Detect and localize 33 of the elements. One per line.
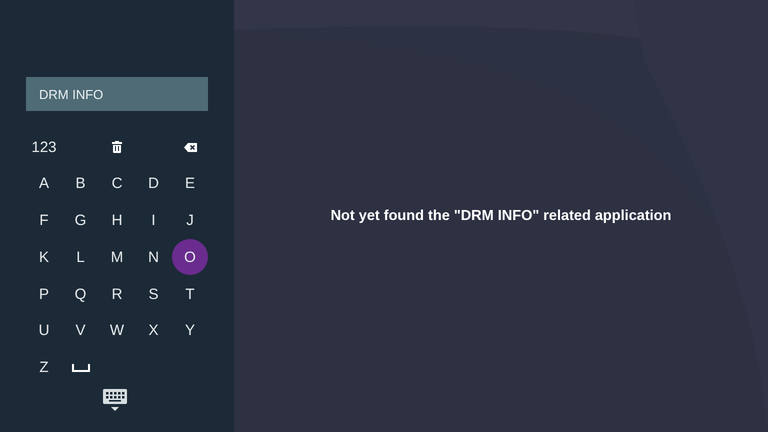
- key[interactable]: S: [136, 276, 172, 312]
- key[interactable]: B: [62, 166, 98, 202]
- key[interactable]: X: [136, 312, 172, 349]
- key[interactable]: I: [136, 202, 172, 239]
- key[interactable]: V: [62, 312, 98, 349]
- key[interactable]: A: [26, 166, 62, 202]
- key[interactable]: G: [62, 202, 98, 239]
- key[interactable]: T: [172, 276, 208, 312]
- key[interactable]: Q: [62, 276, 98, 312]
- key[interactable]: W: [99, 312, 135, 349]
- key[interactable]: P: [26, 276, 62, 312]
- key[interactable]: Z: [26, 350, 62, 386]
- backspace-icon: [184, 142, 196, 152]
- key[interactable]: D: [136, 166, 172, 202]
- key[interactable]: N: [136, 239, 172, 276]
- space-icon: [72, 364, 90, 372]
- key[interactable]: H: [99, 202, 135, 239]
- key[interactable]: M: [99, 239, 135, 276]
- no-results-message: Not yet found the "DRM INFO" related application: [330, 208, 672, 224]
- key[interactable]: U: [26, 312, 62, 349]
- key[interactable]: K: [26, 239, 62, 276]
- key[interactable]: E: [172, 166, 208, 202]
- key[interactable]: Y: [172, 312, 208, 349]
- key[interactable]: R: [99, 276, 135, 312]
- key[interactable]: 123: [26, 129, 62, 165]
- trash-icon: [112, 141, 122, 153]
- key[interactable]: J: [172, 202, 208, 239]
- key[interactable]: O: [172, 239, 208, 276]
- key[interactable]: L: [62, 239, 98, 276]
- key[interactable]: C: [99, 166, 135, 202]
- search-field[interactable]: DRM INFO: [26, 77, 208, 111]
- keyboard-hide-icon[interactable]: [103, 388, 127, 413]
- key[interactable]: F: [26, 202, 62, 239]
